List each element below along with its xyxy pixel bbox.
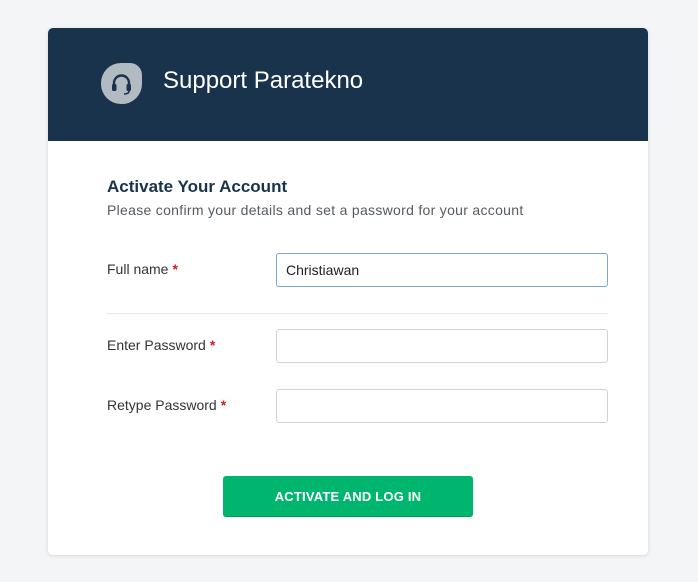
divider	[107, 313, 608, 314]
form-subtitle: Please confirm your details and set a pa…	[107, 202, 524, 218]
full-name-label-text: Full name	[107, 261, 169, 277]
required-mark: *	[220, 397, 227, 413]
brand-title: Support Paratekno	[163, 67, 364, 94]
required-mark: *	[172, 261, 178, 277]
retype-password-label: Retype Password *	[107, 397, 226, 414]
activation-card: Support Paratekno Activate Your Account …	[48, 28, 648, 555]
password-input[interactable]	[276, 329, 608, 363]
required-mark: *	[209, 337, 216, 353]
retype-password-label-text: Retype Password	[107, 397, 217, 413]
full-name-input[interactable]	[276, 253, 608, 287]
activate-and-login-button[interactable]: ACTIVATE AND LOG IN	[223, 476, 473, 516]
password-label-text: Enter Password	[107, 337, 206, 353]
headset-icon	[101, 63, 142, 104]
form-title: Activate Your Account	[107, 177, 288, 196]
full-name-label: Full name *	[107, 261, 178, 278]
card-header: Support Paratekno	[48, 28, 648, 141]
retype-password-input[interactable]	[276, 389, 608, 423]
password-label: Enter Password *	[107, 337, 215, 354]
